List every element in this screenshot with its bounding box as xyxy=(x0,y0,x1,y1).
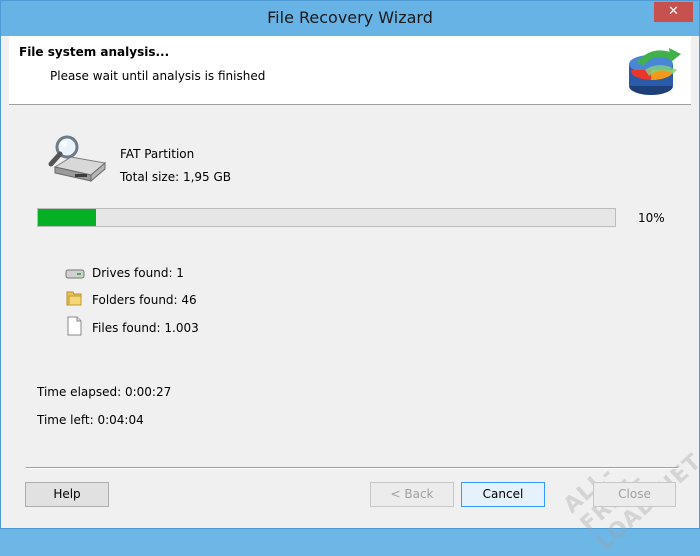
back-button[interactable]: < Back xyxy=(370,482,454,507)
file-icon xyxy=(67,316,82,336)
progress-percent: 10% xyxy=(638,211,665,225)
wizard-body: FAT Partition Total size: 1,95 GB 10% Dr… xyxy=(9,105,700,556)
folder-icon xyxy=(66,291,82,306)
app-logo-icon xyxy=(629,48,681,95)
cancel-button[interactable]: Cancel xyxy=(461,482,545,507)
partition-name: FAT Partition xyxy=(120,147,195,161)
drive-search-icon xyxy=(48,135,107,183)
close-button[interactable]: Close xyxy=(593,482,676,507)
partition-size: Total size: 1,95 GB xyxy=(120,170,232,184)
header-title: File system analysis... xyxy=(19,45,170,59)
window-title: File Recovery Wizard xyxy=(267,8,433,27)
footer-separator xyxy=(26,467,678,469)
folders-found: Folders found: 46 xyxy=(92,293,197,307)
time-left: Time left: 0:04:04 xyxy=(37,413,144,427)
drives-found: Drives found: 1 xyxy=(92,266,184,280)
window-close-button[interactable]: ✕ xyxy=(654,2,693,22)
help-button[interactable]: Help xyxy=(25,482,109,507)
wizard-header: File system analysis... Please wait unti… xyxy=(9,36,691,105)
progress-fill xyxy=(38,209,96,226)
analysis-progress-bar xyxy=(37,208,616,227)
time-elapsed: Time elapsed: 0:00:27 xyxy=(37,385,172,399)
drive-icon xyxy=(65,269,85,279)
title-bar: File Recovery Wizard ✕ xyxy=(1,1,699,36)
header-subtitle: Please wait until analysis is finished xyxy=(50,69,266,83)
file-recovery-wizard-window: File Recovery Wizard ✕ File system analy… xyxy=(0,0,700,556)
files-found: Files found: 1.003 xyxy=(92,321,199,335)
